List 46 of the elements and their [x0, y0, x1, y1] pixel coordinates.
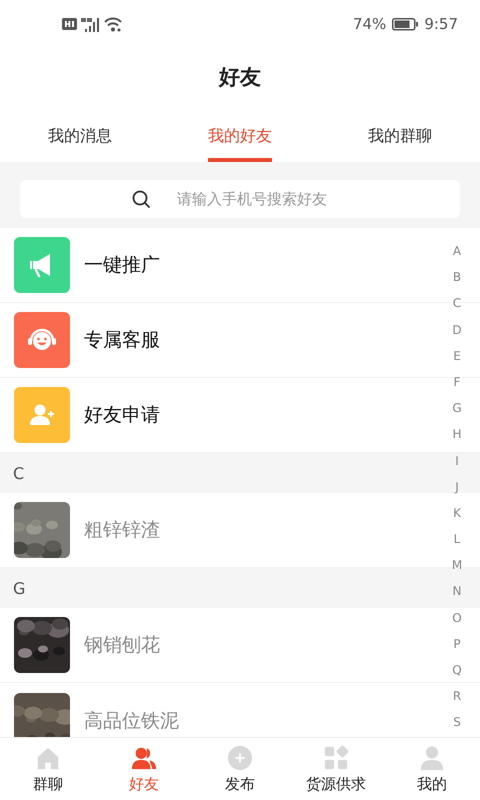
search-field[interactable]: 请输入手机号搜索好友 [20, 180, 460, 218]
index-letter[interactable]: A [452, 238, 462, 264]
index-letter[interactable]: K [453, 500, 461, 526]
battery-percent: 74% [352, 15, 386, 33]
nav-tab[interactable]: 发布 [192, 738, 288, 800]
signal-icon [81, 16, 100, 32]
section-letter: G [13, 578, 26, 598]
shortcut-label[interactable]: 专属客服 [84, 327, 160, 353]
index-letter[interactable]: R [452, 683, 462, 710]
plus-circle-icon [227, 744, 253, 770]
hd-icon [62, 18, 77, 30]
index-letter[interactable]: D [452, 316, 462, 343]
index-letter[interactable]: I [455, 448, 459, 474]
index-letter[interactable]: H [452, 421, 462, 448]
tab[interactable]: 我的群聊 [368, 105, 432, 162]
friend-name[interactable]: 高品位铁泥 [84, 709, 179, 733]
search-icon [132, 190, 150, 208]
index-letter[interactable]: N [452, 578, 462, 605]
index-letter[interactable]: F [454, 368, 460, 396]
page-title: 好友 [219, 64, 261, 90]
index-letter[interactable]: P [453, 630, 461, 657]
index-letter[interactable]: L [454, 526, 460, 552]
friend-name[interactable]: 粗锌锌渣 [84, 518, 160, 542]
index-letter[interactable]: J [455, 474, 459, 500]
nav-tab[interactable]: 群聊 [0, 738, 96, 800]
index-letter[interactable]: O [452, 604, 462, 631]
tab[interactable]: 我的消息 [48, 105, 112, 162]
nav-tab[interactable]: 我的 [384, 738, 480, 800]
shortcut-label[interactable]: 一键推广 [84, 252, 160, 278]
friend-name[interactable]: 钢销刨花 [84, 633, 160, 657]
index-letter[interactable]: G [452, 395, 462, 422]
grid-icon [323, 744, 349, 770]
nav-tab[interactable]: 好友 [96, 738, 192, 800]
person-icon [419, 744, 445, 770]
section-letter: C [13, 464, 24, 482]
index-letter[interactable]: S [453, 709, 461, 736]
shortcut-label[interactable]: 好友申请 [84, 402, 160, 428]
index-letter[interactable]: Q [452, 657, 462, 684]
index-letter[interactable]: B [452, 264, 462, 290]
nav-tab[interactable]: 货源供求 [288, 738, 384, 800]
battery-icon [392, 18, 418, 30]
index-letter[interactable]: E [453, 342, 461, 369]
index-letter[interactable]: M [452, 552, 462, 578]
index-letter[interactable]: C [452, 290, 462, 317]
clock: 9:57 [424, 15, 458, 33]
wifi-icon [104, 16, 122, 32]
